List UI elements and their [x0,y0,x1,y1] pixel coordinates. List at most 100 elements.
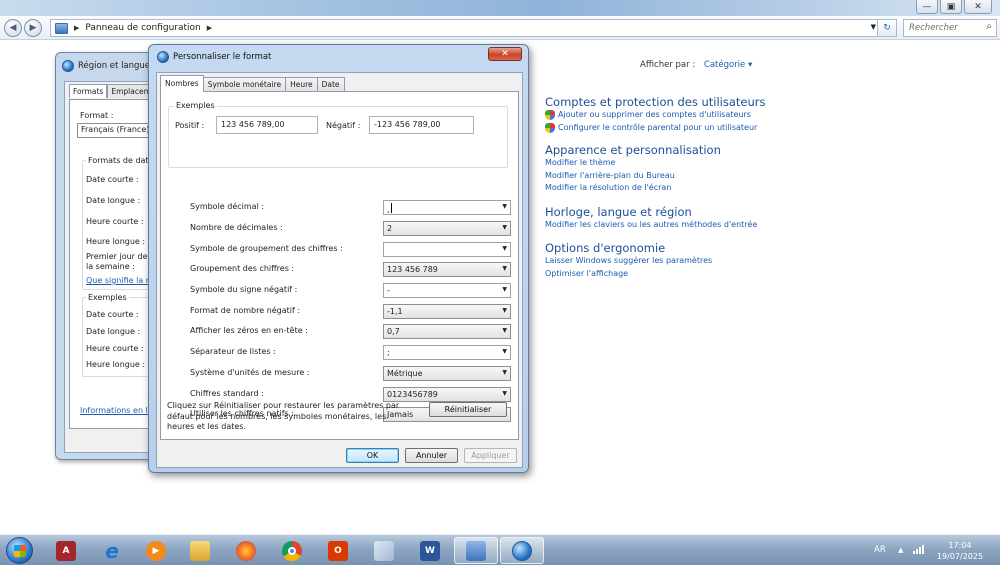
back-button[interactable]: ◀ [4,19,22,37]
taskbar-region[interactable] [500,537,544,564]
network-signal-icon[interactable] [913,545,924,554]
taskbar-control-panel[interactable] [454,537,498,564]
leading-zeros-select[interactable]: 0,7 ▼ [383,324,511,339]
address-field[interactable]: ▶ Panneau de configuration ▶ [50,19,896,37]
dropdown-arrow-icon[interactable]: ▼ [502,348,507,355]
category-link[interactable]: Modifier la résolution de l'écran [545,182,721,195]
online-info-link[interactable]: Informations en lig [80,406,155,415]
globe-icon [512,540,532,561]
title-bar: — ▣ ✕ [0,0,1000,16]
breadcrumb-arrow-icon[interactable]: ▶ [207,24,212,32]
control-panel-icon [55,22,68,34]
taskbar-word[interactable]: W [408,537,452,564]
ok-button[interactable]: OK [346,448,399,463]
close-button[interactable]: ✕ [964,0,992,14]
breadcrumb-arrow-icon[interactable]: ▶ [74,24,79,32]
clock[interactable]: 17:04 19/07/2025 [935,540,985,562]
taskbar-office[interactable]: O [316,537,360,564]
category-appearance: Apparence et personnalisation Modifier l… [545,143,721,195]
reset-button[interactable]: Réinitialiser [429,402,507,417]
dialog-body: Nombres Symbole monétaire Heure Date Exe… [156,72,523,468]
show-hidden-icons[interactable]: ▲ [898,546,903,554]
measurement-system-select[interactable]: Métrique ▼ [383,366,511,381]
refresh-button[interactable]: ↻ [877,19,897,37]
folder-icon [190,540,210,561]
long-time-label: Heure longue : [86,237,146,246]
clock-time: 17:04 [948,541,972,550]
taskbar: A e ▶ O W AR ▲ 17:04 19/07/2025 [0,534,1000,565]
tab-currency[interactable]: Symbole monétaire [202,77,287,92]
category-link[interactable]: Modifier le thème [545,157,721,170]
taskbar-paint[interactable] [362,537,406,564]
tab-date[interactable]: Date [316,77,345,92]
dialog-title: Personnaliser le format [157,51,271,63]
taskbar-internet-explorer[interactable]: e [90,537,134,564]
digit-grouping-select[interactable]: 123 456 789 ▼ [383,262,511,277]
tab-numbers[interactable]: Nombres [160,75,204,92]
apply-button[interactable]: Appliquer [464,448,517,463]
category-title[interactable]: Comptes et protection des utilisateurs [545,95,765,109]
category-title[interactable]: Horloge, langue et région [545,205,757,219]
dropdown-arrow-icon[interactable]: ▼ [502,390,507,397]
forward-button[interactable]: ▶ [24,19,42,37]
tab-time[interactable]: Heure [285,77,318,92]
dropdown-arrow-icon[interactable]: ▼ [502,203,507,210]
example-short-time-label: Heure courte : [86,344,144,353]
decimal-digits-label: Nombre de décimales : [190,223,283,232]
category-title[interactable]: Options d'ergonomie [545,241,712,255]
minimize-button[interactable]: — [916,0,938,14]
dropdown-arrow-icon[interactable]: ▼ [502,286,507,293]
globe-icon [62,60,74,72]
taskbar-explorer[interactable] [178,537,222,564]
decimal-symbol-combo[interactable]: , ▼ [383,200,511,215]
search-placeholder: Rechercher [909,23,958,33]
search-input[interactable]: Rechercher ⌕ [903,19,997,37]
dropdown-arrow-icon[interactable]: ▼ [502,307,507,314]
shield-icon [545,122,555,133]
grouping-symbol-combo[interactable]: ▼ [383,242,511,257]
decimal-digits-select[interactable]: 2 ▼ [383,221,511,236]
cancel-button[interactable]: Annuler [405,448,458,463]
maximize-button[interactable]: ▣ [940,0,962,14]
category-link[interactable]: Configurer le contrôle parental pour un … [545,122,765,135]
category-title[interactable]: Apparence et personnalisation [545,143,721,157]
language-indicator[interactable]: AR [874,545,886,555]
negative-sign-combo[interactable]: - ▼ [383,283,511,298]
examples-group: Exemples Positif : 123 456 789,00 Négati… [168,101,508,168]
standard-digits-select[interactable]: 0123456789 ▼ [383,387,511,402]
dialog-close-button[interactable]: ✕ [488,47,522,61]
format-label: Format : [80,111,114,120]
tab-formats[interactable]: Formats [69,84,108,98]
long-date-label: Date longue : [86,196,141,205]
list-separator-combo[interactable]: ; ▼ [383,345,511,360]
dropdown-arrow-icon[interactable]: ▼ [502,369,507,376]
notation-meaning-link[interactable]: Que signifie la no [86,276,156,285]
dropdown-arrow-icon[interactable]: ▼ [502,265,507,272]
taskbar-access[interactable]: A [44,537,88,564]
category-link[interactable]: Laisser Windows suggérer les paramètres [545,255,712,268]
dropdown-arrow-icon[interactable]: ▼ [502,327,507,334]
dropdown-arrow-icon[interactable]: ▼ [502,224,507,231]
category-link[interactable]: Modifier les claviers ou les autres méth… [545,219,757,232]
search-icon[interactable]: ⌕ [986,21,992,32]
address-dropdown-icon[interactable]: ▼ [871,23,876,31]
arrow-left-icon: ◀ [9,23,17,33]
shield-icon [545,110,555,121]
category-link[interactable]: Modifier l'arrière-plan du Bureau [545,170,721,183]
category-link[interactable]: Optimiser l'affichage [545,268,712,281]
start-button[interactable] [6,537,33,564]
taskbar-chrome[interactable] [270,537,314,564]
access-icon: A [56,540,76,561]
dropdown-arrow-icon[interactable]: ▼ [502,245,507,252]
examples-heading: Exemples [86,293,129,302]
taskbar-media-player[interactable]: ▶ [134,537,178,564]
first-day-label: Premier jour de la semaine : [86,252,148,271]
positive-label: Positif : [175,121,205,130]
view-by-dropdown[interactable]: Catégorie ▾ [704,60,752,70]
refresh-icon: ↻ [883,23,891,33]
negative-format-select[interactable]: -1,1 ▼ [383,304,511,319]
category-link[interactable]: Ajouter ou supprimer des comptes d'utili… [545,109,765,122]
breadcrumb-control-panel[interactable]: Panneau de configuration [85,23,200,33]
dialog-tabs: Nombres Symbole monétaire Heure Date [160,75,345,92]
taskbar-firefox[interactable] [224,537,268,564]
